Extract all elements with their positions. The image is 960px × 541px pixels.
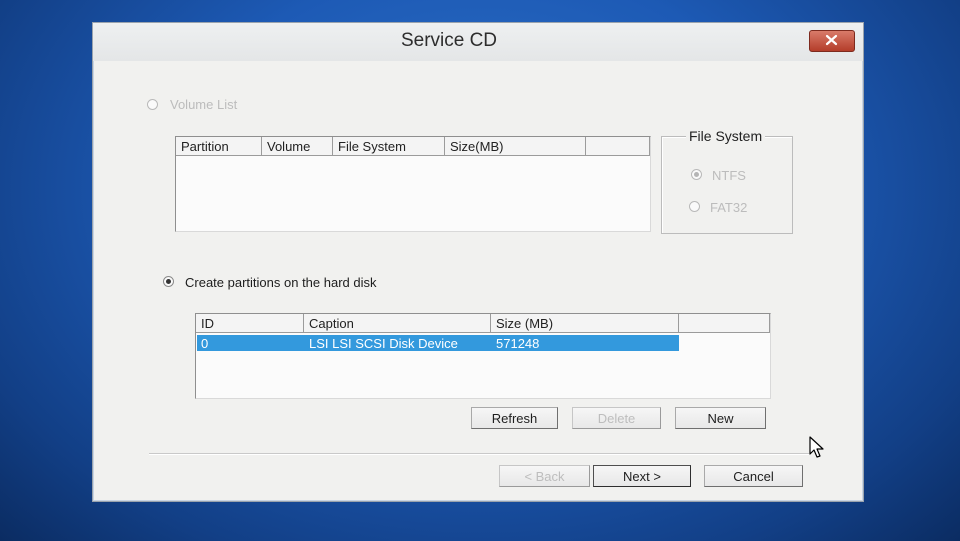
- next-button[interactable]: Next >: [593, 465, 691, 487]
- column-header-file-system[interactable]: File System: [333, 137, 445, 156]
- file-system-group-title: File System: [686, 128, 766, 144]
- desktop-background: Service CD Volume List Partition Volume …: [0, 0, 960, 541]
- fat32-label: FAT32: [710, 200, 748, 215]
- volume-list-radio[interactable]: [147, 99, 158, 110]
- close-button[interactable]: [809, 30, 855, 52]
- column-header-partition[interactable]: Partition: [176, 137, 262, 156]
- refresh-button[interactable]: Refresh: [471, 407, 558, 429]
- close-x-icon: [825, 34, 838, 46]
- separator: [149, 453, 809, 455]
- window-title: Service CD: [400, 30, 498, 51]
- arrow-cursor-icon: [809, 436, 824, 458]
- back-button[interactable]: < Back: [499, 465, 590, 487]
- fat32-radio[interactable]: [689, 201, 700, 212]
- volume-list-label: Volume List: [170, 97, 238, 112]
- title-bar[interactable]: Service CD: [93, 23, 863, 61]
- ntfs-radio[interactable]: [691, 169, 702, 180]
- service-cd-dialog: Service CD Volume List Partition Volume …: [92, 22, 864, 502]
- column-header-size-mb[interactable]: Size (MB): [491, 314, 679, 333]
- disk-id-cell: 0: [201, 336, 209, 351]
- volume-list-table[interactable]: Partition Volume File System Size(MB): [175, 136, 651, 232]
- column-header-caption[interactable]: Caption: [304, 314, 491, 333]
- column-header-blank[interactable]: [586, 137, 650, 156]
- cancel-button[interactable]: Cancel: [704, 465, 803, 487]
- ntfs-label: NTFS: [712, 168, 746, 183]
- file-system-group: File System NTFS FAT32: [661, 128, 793, 234]
- delete-button[interactable]: Delete: [572, 407, 661, 429]
- create-partitions-label: Create partitions on the hard disk: [185, 275, 377, 290]
- table-row[interactable]: 0 LSI LSI SCSI Disk Device 571248: [197, 335, 679, 351]
- disk-size-cell: 571248: [496, 336, 540, 351]
- column-header-size-mb[interactable]: Size(MB): [445, 137, 586, 156]
- column-header-id[interactable]: ID: [196, 314, 304, 333]
- column-header-blank[interactable]: [679, 314, 770, 333]
- disk-caption-cell: LSI LSI SCSI Disk Device: [309, 336, 458, 351]
- disk-list-table[interactable]: ID Caption Size (MB) 0 LSI LSI SCSI Disk…: [195, 313, 771, 399]
- create-partitions-radio[interactable]: [163, 276, 174, 287]
- column-header-volume[interactable]: Volume: [262, 137, 333, 156]
- new-button[interactable]: New: [675, 407, 766, 429]
